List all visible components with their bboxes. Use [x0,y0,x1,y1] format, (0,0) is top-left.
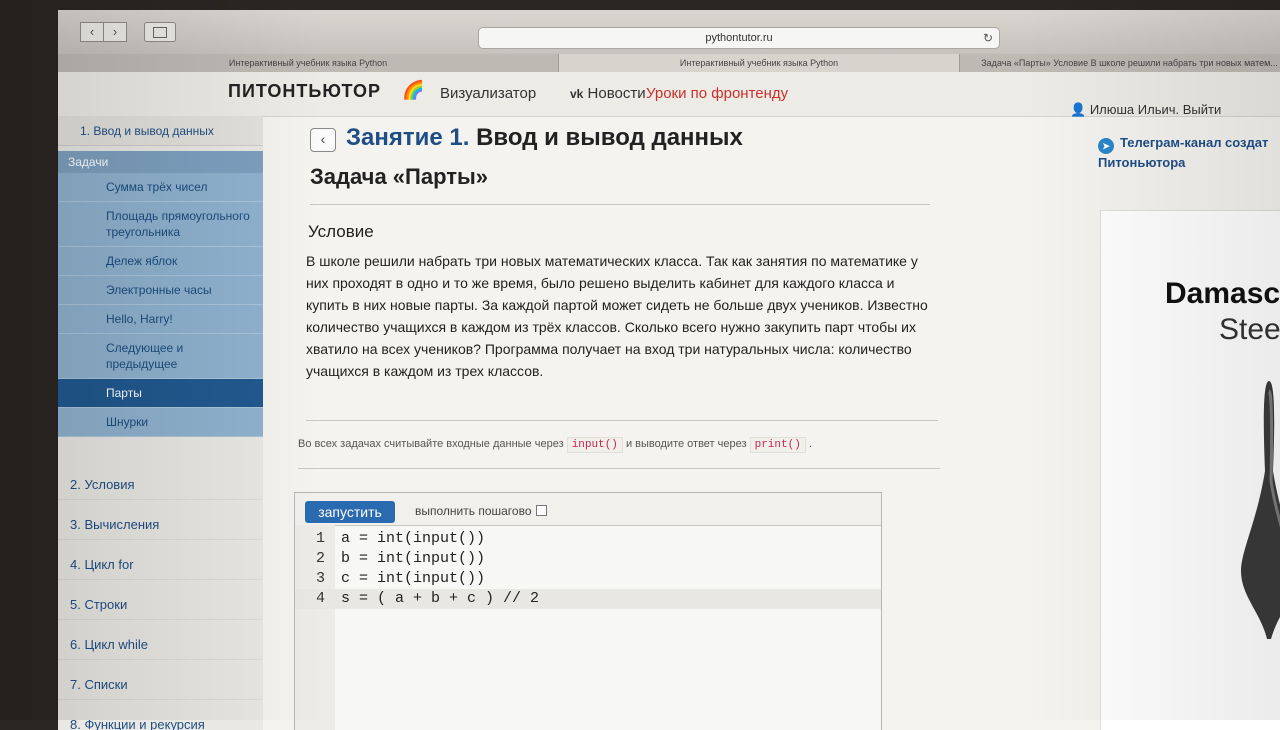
ad-title: Damascu [1165,277,1280,310]
vk-icon: vk [570,87,584,101]
line-code: b = int(input()) [341,550,486,567]
screen: ‹ › pythontutor.ru ↻ Интерактивный учебн… [58,10,1280,730]
condition-text: В школе решили набрать три новых математ… [306,253,928,379]
site-logo[interactable]: ПИТОНТЬЮТОР [228,81,381,102]
nav-news[interactable]: vk Новости [570,85,646,102]
user-menu[interactable]: 👤 Илюша Ильич. Выйти [1070,102,1221,118]
sidebar-task[interactable]: Площадь прямоугольного треугольника [58,202,263,247]
sidebar-toggle-icon[interactable] [144,22,176,42]
task-title: Задача «Парты» [310,164,489,189]
tab-1[interactable]: Интерактивный учебник языка Python [58,54,559,72]
sidebar-task[interactable]: Шнурки [58,408,263,437]
address-bar[interactable]: pythontutor.ru ↻ [478,27,1000,49]
line-number: 3 [315,570,325,587]
rainbow-icon: 🌈 [402,80,425,100]
sidebar-task[interactable]: Hello, Harry! [58,305,263,334]
reload-icon[interactable]: ↻ [983,28,993,48]
sidebar-task[interactable]: Электронные часы [58,276,263,305]
step-by-step-toggle[interactable]: выполнить пошагово [415,504,547,518]
code-editor[interactable]: запустить выполнить пошагово 1 a = int(in… [294,492,882,730]
sidebar-task[interactable]: Дележ яблок [58,247,263,276]
divider [310,204,930,205]
sidebar-chapter[interactable]: 4. Цикл for [58,550,263,580]
io-note-text: и выводите ответ через [625,438,747,450]
step-label: выполнить пошагово [415,504,532,518]
lesson-number: Занятие 1. [346,124,470,151]
telegram-icon: ➤ [1098,138,1114,154]
lesson-title: Занятие 1. Ввод и вывод данных [346,124,743,152]
lesson-sidebar: 1. Ввод и вывод данных Задачи Сумма трёх… [58,116,263,730]
sidebar-task[interactable]: Сумма трёх чисел [58,173,263,202]
sidebar-task[interactable]: Следующее и предыдущее [58,334,263,379]
condition-heading: Условие [308,222,374,241]
sidebar-chapter[interactable]: 6. Цикл while [58,630,263,660]
user-icon: 👤 [1070,102,1087,117]
code-line-current[interactable]: 4 s = ( a + b + c ) // 2 [295,589,881,609]
tab-3[interactable]: Задача «Парты» Условие В школе решили на… [960,54,1280,72]
spinning-top-image [1241,381,1280,639]
input-code: input() [566,437,623,453]
ad-subtitle: Steel [1219,313,1280,346]
sidebar-chapter[interactable]: 2. Условия [58,470,263,500]
io-note: Во всех задачах считывайте входные данны… [298,437,812,453]
tab-2[interactable]: Интерактивный учебник языка Python [559,54,960,72]
history-buttons: ‹ › [80,22,127,42]
lesson-name: Ввод и вывод данных [476,124,743,151]
io-note-end: . [808,438,812,450]
line-code: s = ( a + b + c ) // 2 [341,590,540,607]
sidebar-chapter[interactable]: 7. Списки [58,670,263,700]
line-number: 2 [315,550,325,567]
code-line[interactable]: 2 b = int(input()) [295,549,881,569]
line-number: 4 [315,590,325,607]
code-line[interactable]: 3 c = int(input()) [295,569,881,589]
telegram-link[interactable]: ➤ Телеграм-канал создат Питоньютора [1098,134,1268,172]
forward-arrow-icon[interactable]: › [104,22,127,42]
nav-visualizer[interactable]: Визуализатор [440,85,536,102]
sidebar-task-active[interactable]: Парты [58,379,263,408]
divider [298,468,940,469]
code-lines[interactable]: 1 a = int(input()) 2 b = int(input()) 3 c =… [295,529,881,609]
line-code: c = int(input()) [341,570,486,587]
nav-frontend-lessons[interactable]: Уроки по фронтенду [646,85,788,102]
site-header: ПИТОНТЬЮТОР 🌈 Визуализатор vk Новости Ур… [58,72,1280,117]
telegram-text: Питоньютора [1098,155,1186,170]
sidebar-chapter[interactable]: 8. Функции и рекурсия [58,710,263,730]
line-code: a = int(input()) [341,530,486,547]
back-arrow-icon[interactable]: ‹ [80,22,104,42]
print-code: print() [749,437,806,453]
divider [306,420,938,421]
sidebar-lesson-current[interactable]: 1. Ввод и вывод данных [58,116,263,146]
browser-toolbar: ‹ › pythontutor.ru ↻ [58,10,1280,55]
url-text: pythontutor.ru [705,32,773,44]
tab-bar: Интерактивный учебник языка Python Интер… [58,54,1280,72]
editor-toolbar: запустить выполнить пошагово [295,493,881,526]
sidebar-tasks-heading: Задачи [58,151,263,173]
back-chevron-icon[interactable]: ‹ [310,128,336,152]
line-number: 1 [315,530,325,547]
ad-banner[interactable]: Damascu Steel [1100,210,1280,730]
sidebar-task-list: Сумма трёх чисел Площадь прямоугольного … [58,173,263,437]
io-note-text: Во всех задачах считывайте входные данны… [298,438,564,450]
sidebar-chapter[interactable]: 3. Вычисления [58,510,263,540]
sidebar-chapter[interactable]: 5. Строки [58,590,263,620]
step-checkbox[interactable] [535,505,547,516]
run-button[interactable]: запустить [305,501,395,523]
telegram-text: Телеграм-канал создат [1120,135,1269,150]
code-line[interactable]: 1 a = int(input()) [295,529,881,549]
main-content: ‹ Занятие 1. Ввод и вывод данных Задача … [288,116,948,730]
